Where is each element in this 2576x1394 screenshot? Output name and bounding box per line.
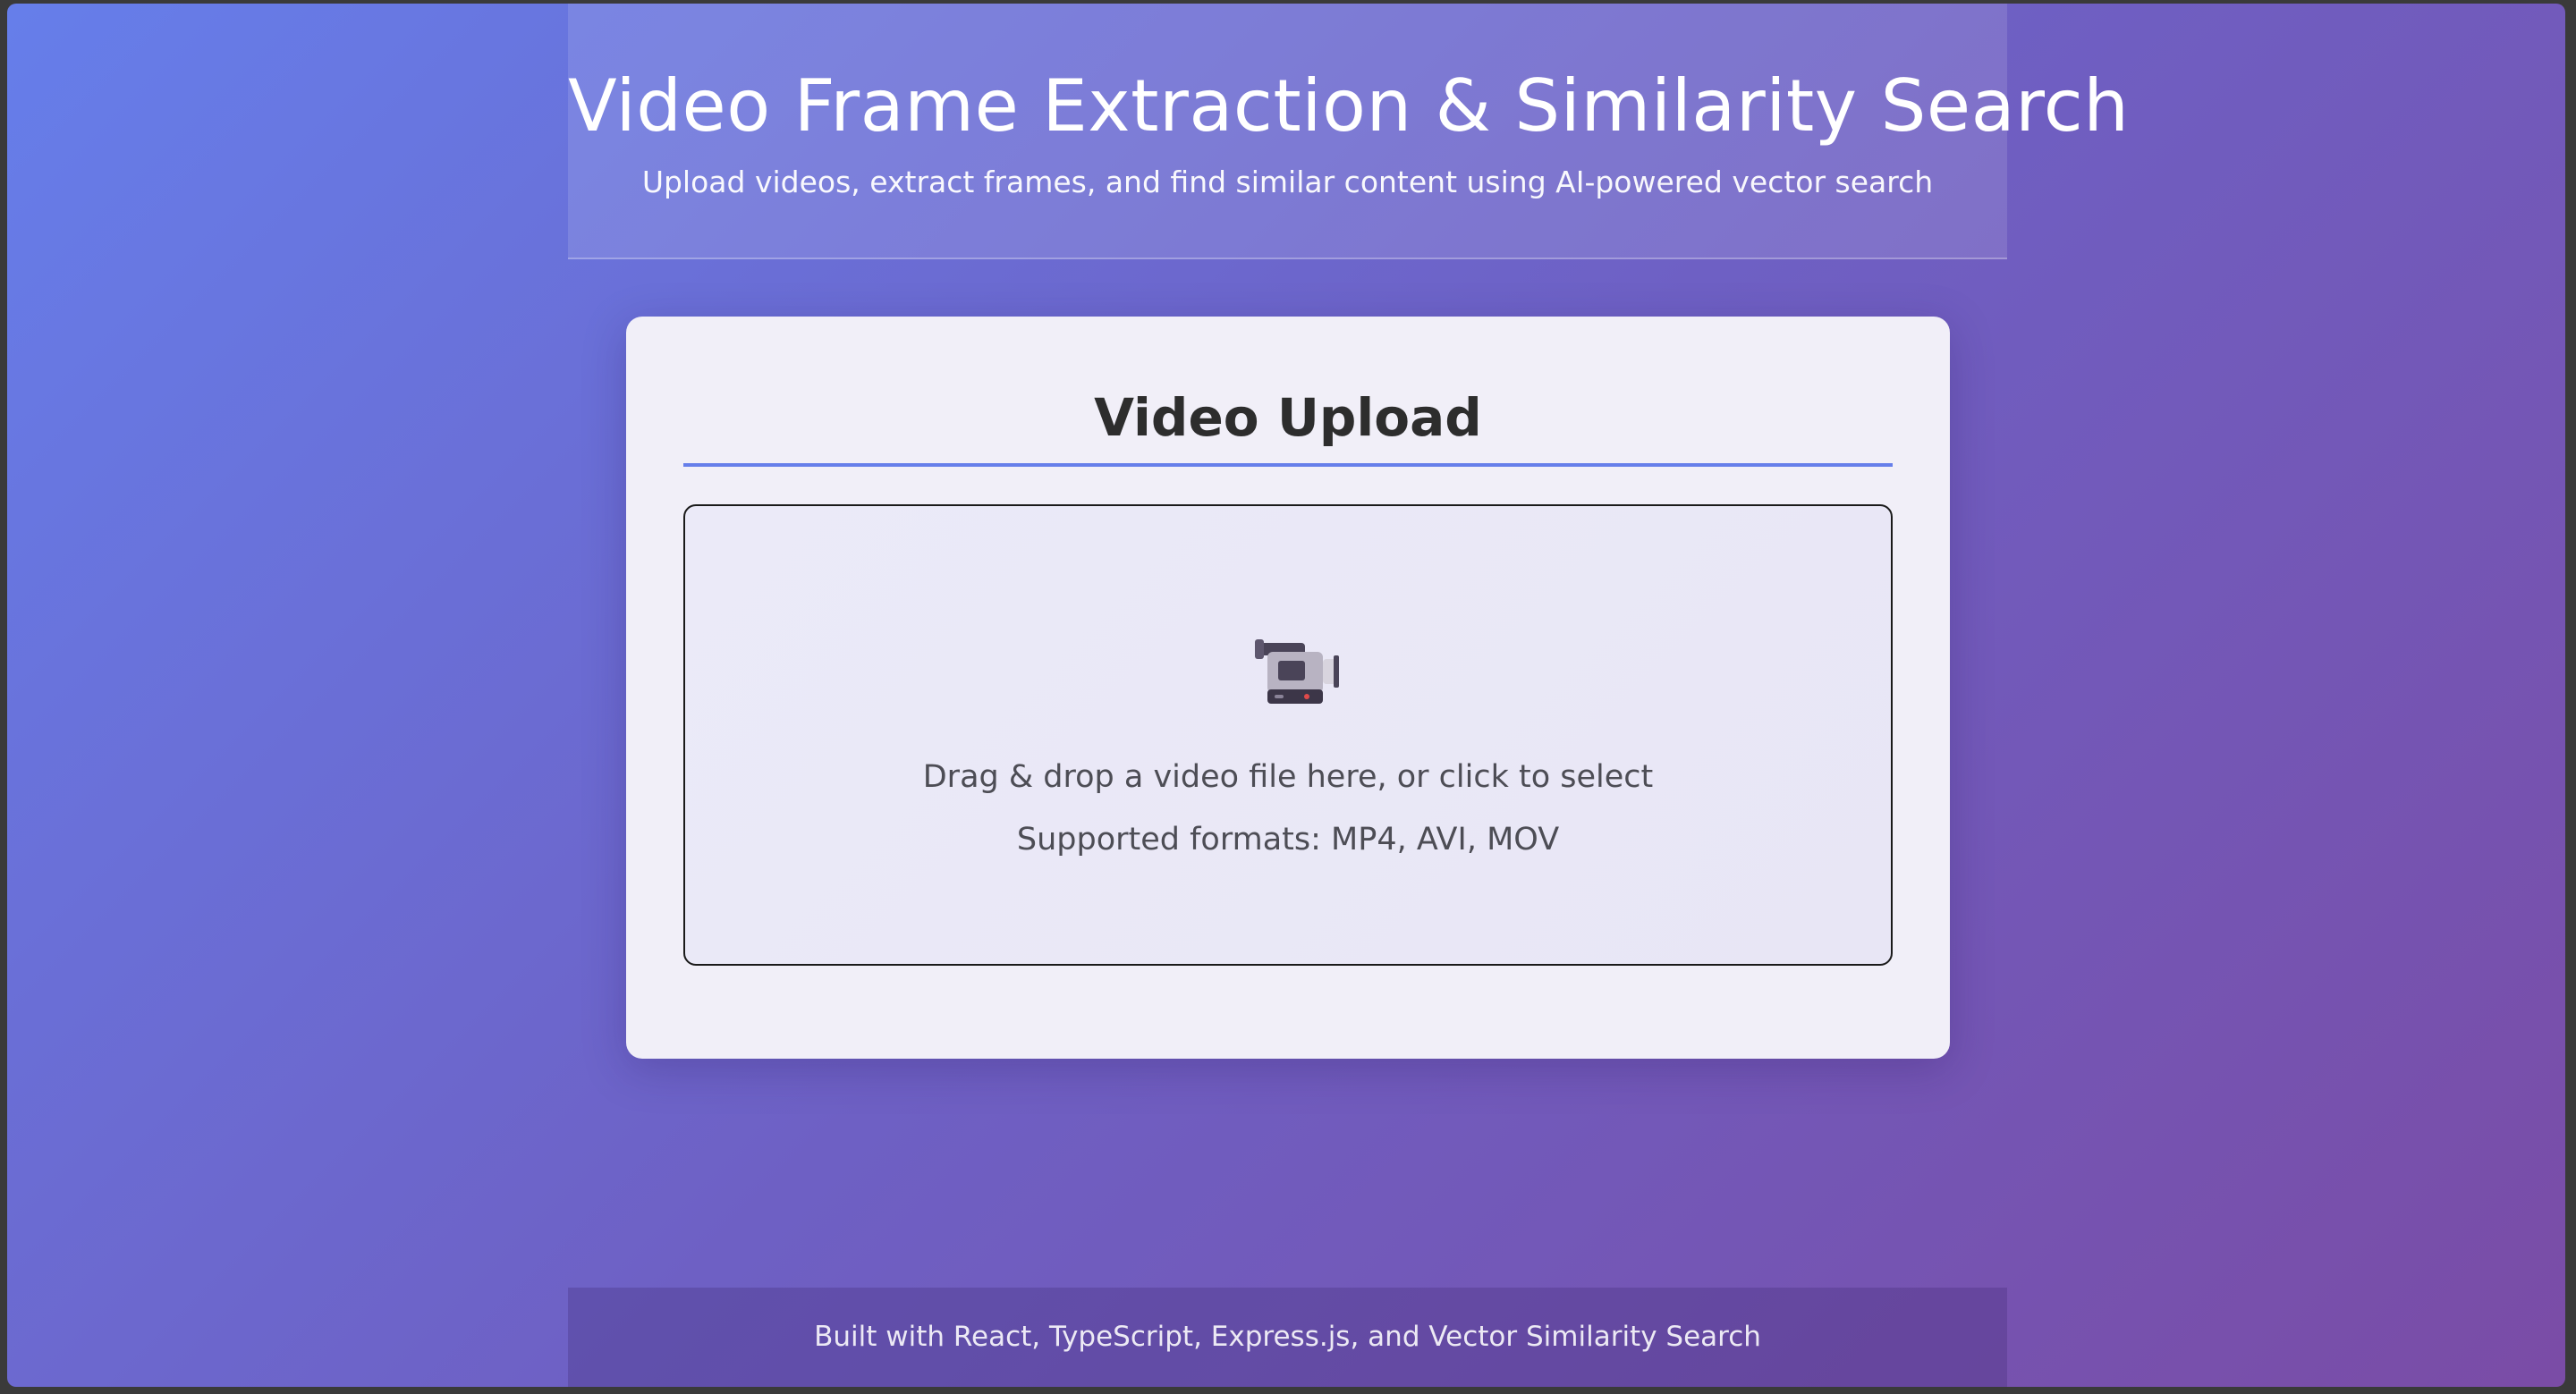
supported-formats-text: Supported formats: MP4, AVI, MOV (1016, 822, 1560, 858)
title-divider (683, 463, 1893, 467)
video-camera-icon (1255, 639, 1339, 704)
page-title: Video Frame Extraction & Similarity Sear… (568, 64, 2130, 148)
video-dropzone[interactable]: Drag & drop a video file here, or click … (683, 504, 1893, 966)
upload-card-title: Video Upload (1094, 387, 1482, 448)
upload-card: Video Upload Drag & drop a video file he… (626, 317, 1950, 1059)
footer-text: Built with React, TypeScript, Express.js… (814, 1321, 1761, 1353)
page-header: Video Frame Extraction & Similarity Sear… (568, 4, 2130, 259)
dropzone-instructions: Drag & drop a video file here, or click … (922, 759, 1654, 795)
page-footer: Built with React, TypeScript, Express.js… (568, 1288, 2007, 1387)
app-window: Video Frame Extraction & Similarity Sear… (7, 4, 2565, 1387)
page-subtitle: Upload videos, extract frames, and find … (641, 165, 1934, 199)
